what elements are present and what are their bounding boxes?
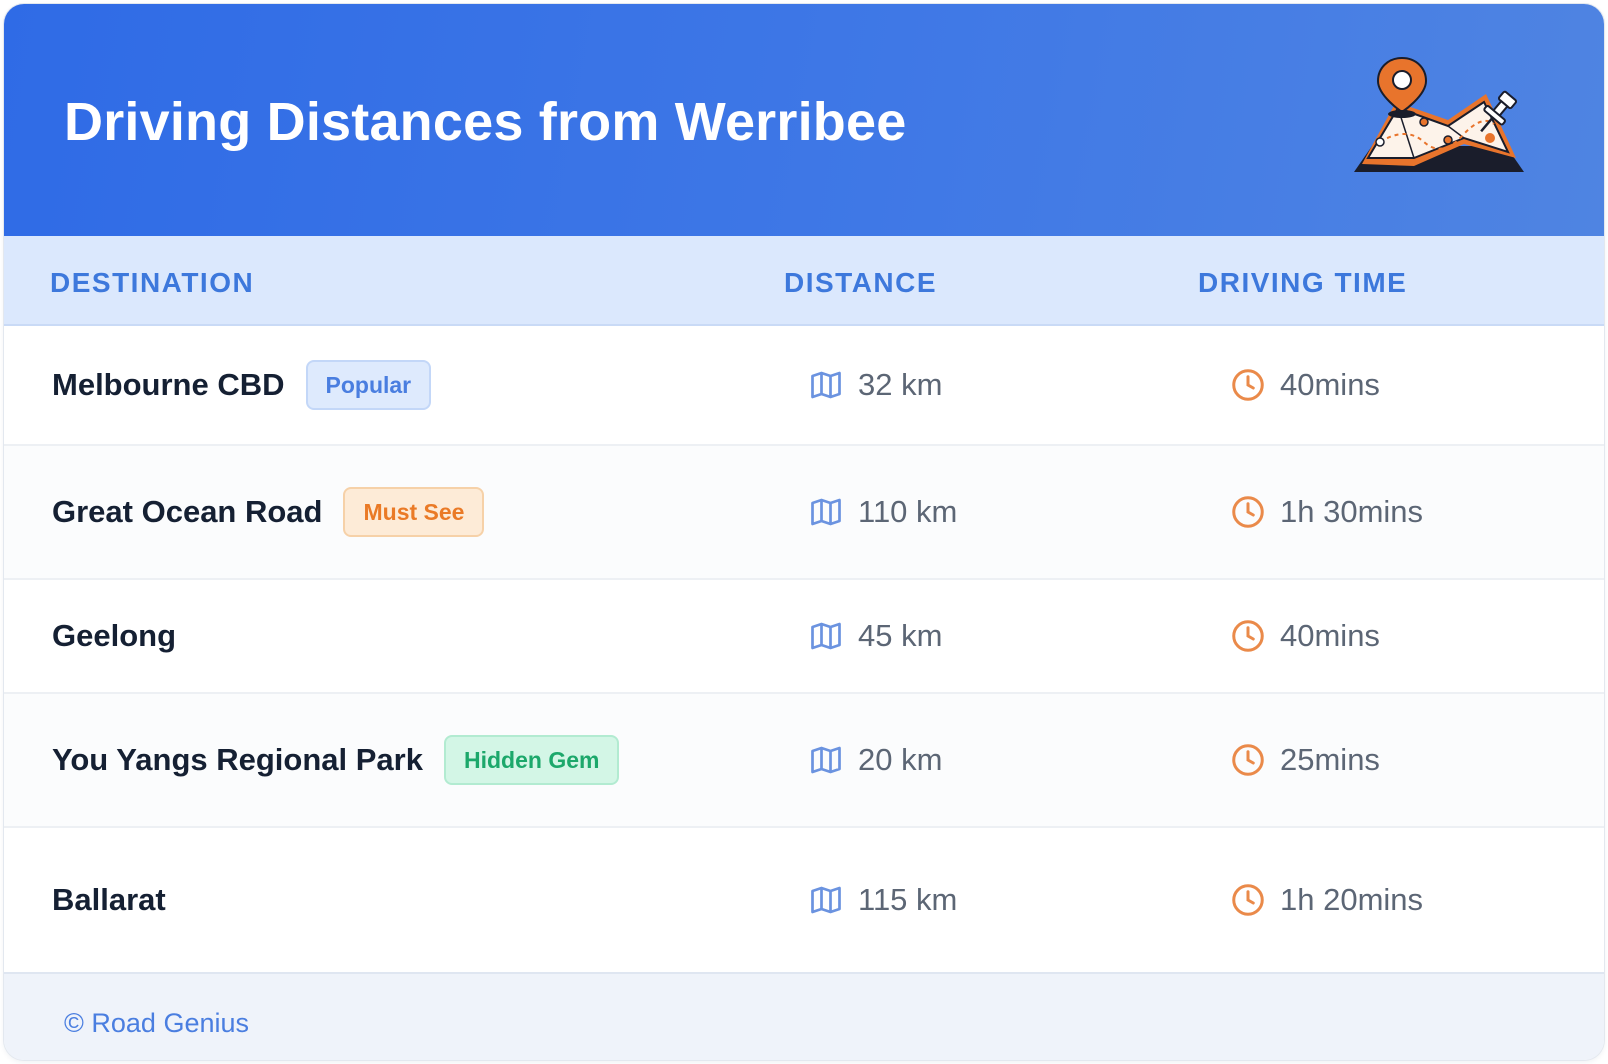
driving-time-value: 40mins [1280,367,1380,402]
destination-name: Geelong [52,618,177,653]
destination-name: Ballarat [52,882,166,917]
table-header: DESTINATION DISTANCE DRIVING TIME [4,236,1604,326]
destination-cell: You Yangs Regional Park Hidden Gem [52,735,620,785]
map-icon [811,622,841,650]
map-icon [811,886,841,914]
table-row: You Yangs Regional Park Hidden Gem 20 km… [4,694,1604,828]
column-header-distance: DISTANCE [784,267,938,298]
destination-name: You Yangs Regional Park [52,742,423,777]
driving-time-cell: 1h 20mins [1230,880,1423,920]
column-header-destination: DESTINATION [50,267,255,298]
table-row: Ballarat 115 km 1h 20mins [4,828,1604,972]
destination-name: Melbourne CBD [52,367,285,402]
page-title: Driving Distances from Werribee [64,92,907,152]
distance-value: 115 km [858,882,958,917]
driving-time-cell: 40mins [1230,365,1380,405]
clock-icon [1232,744,1264,776]
distance-value: 32 km [858,367,943,402]
driving-time-cell: 40mins [1230,616,1380,656]
distance-value: 20 km [858,742,943,777]
driving-time-value: 1h 20mins [1280,882,1424,917]
distance-cell: 20 km [808,740,942,780]
driving-time-value: 40mins [1280,618,1380,653]
map-icon [811,746,841,774]
driving-time-value: 25mins [1280,742,1380,777]
table-row: Geelong 45 km 40mins [4,580,1604,694]
header: Driving Distances from Werribee [4,4,1604,236]
footer-copyright: © Road Genius [64,1008,249,1038]
status-badge: Must See [343,487,485,537]
map-with-pins-icon [1354,56,1524,172]
driving-time-cell: 25mins [1230,740,1380,780]
distance-cell: 110 km [808,492,957,532]
destination-cell: Melbourne CBD Popular [52,360,432,410]
table-row: Melbourne CBD Popular 32 km 40mins [4,326,1604,446]
footer: © Road Genius [4,972,1604,1060]
clock-icon [1232,496,1264,528]
map-icon [811,371,841,399]
clock-icon [1232,369,1264,401]
column-header-driving-time: DRIVING TIME [1198,267,1408,298]
distance-cell: 32 km [808,365,942,405]
distance-value: 45 km [858,618,943,653]
driving-time-value: 1h 30mins [1280,494,1424,529]
clock-icon [1232,884,1264,916]
status-badge: Hidden Gem [443,735,620,785]
destination-name: Great Ocean Road [52,494,323,529]
distance-cell: 45 km [808,616,942,656]
table-row: Great Ocean Road Must See 110 km 1h 30mi… [4,446,1604,580]
distance-value: 110 km [858,494,958,529]
destination-cell: Geelong [52,616,176,656]
destination-cell: Great Ocean Road Must See [52,487,485,537]
destination-cell: Ballarat [52,880,166,920]
driving-time-cell: 1h 30mins [1230,492,1423,532]
clock-icon [1232,620,1264,652]
distance-card: Driving Distances from Werribee DESTINAT… [4,4,1604,1060]
distance-cell: 115 km [808,880,957,920]
status-badge: Popular [305,360,432,410]
map-icon [811,498,841,526]
